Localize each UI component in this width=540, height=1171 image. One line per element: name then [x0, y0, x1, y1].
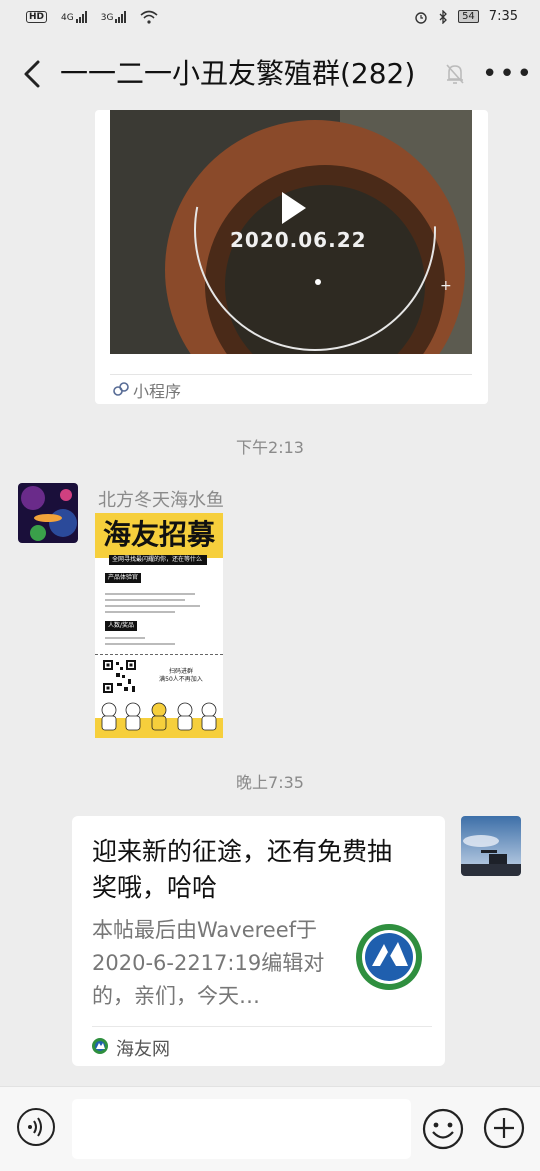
- video-date: 2020.06.22: [230, 228, 367, 252]
- bell-off-icon: [446, 64, 464, 84]
- play-icon[interactable]: [272, 188, 312, 228]
- wifi-icon: [140, 10, 158, 24]
- poster-title: 海友招募: [102, 518, 215, 551]
- bluetooth-icon: [439, 9, 447, 24]
- mini-program-card[interactable]: + 2020.06.22 小程序: [95, 110, 488, 404]
- link-description: 本帖最后由Wavereef于2020-6-2217:19编辑对的，亲们，今天…: [92, 918, 325, 1008]
- mini-program-label: 小程序: [133, 382, 182, 401]
- sender-name: 北方冬天海水鱼: [98, 490, 224, 511]
- status-bar: HD 4G 3G 54 7:35: [0, 0, 540, 38]
- my-avatar[interactable]: [461, 816, 521, 876]
- link-source: 海友网: [116, 1039, 170, 1060]
- video-thumbnail[interactable]: + 2020.06.22: [110, 110, 472, 354]
- nav-bar: 一一二一小丑友繁殖群(282) •••: [0, 38, 540, 110]
- sender-avatar[interactable]: [18, 483, 78, 543]
- haiyou-source-icon: [92, 1038, 108, 1054]
- message-input[interactable]: [72, 1099, 411, 1159]
- mini-program-icon: [113, 382, 129, 396]
- svg-text:+: +: [440, 278, 452, 294]
- divider: [92, 1026, 432, 1027]
- chat-title: 一一二一小丑友繁殖群(282): [60, 57, 416, 90]
- poster-tag-prize: 人数/奖品: [105, 621, 138, 631]
- signal-icon: [75, 11, 87, 23]
- timestamp: 下午2:13: [236, 438, 304, 457]
- poster-subtitle: 全网寻找最闪耀的你，还在等什么: [109, 555, 207, 565]
- poster-tag-experience: 产品体验官: [105, 573, 142, 583]
- more-icon[interactable]: •••: [482, 61, 534, 87]
- signal-icon: [115, 11, 127, 23]
- voice-icon[interactable]: [16, 1107, 56, 1147]
- timestamp: 晚上7:35: [236, 773, 304, 792]
- battery-icon: 54: [458, 10, 479, 23]
- signal-3g: 3G: [101, 11, 127, 23]
- link-title: 迎来新的征途，还有免费抽奖哦，哈哈: [92, 837, 393, 902]
- plus-icon[interactable]: [483, 1107, 525, 1149]
- alarm-icon: [415, 11, 427, 24]
- back-chevron-icon[interactable]: [18, 56, 48, 92]
- signal-4g: 4G: [61, 11, 87, 23]
- recruitment-poster-image[interactable]: 海友招募 全网寻找最闪耀的你，还在等什么 产品体验官 人数/奖品 扫码进群 满5…: [95, 513, 223, 738]
- emoji-icon[interactable]: [421, 1107, 465, 1151]
- poster-mascots: [95, 702, 223, 738]
- input-bar: [0, 1086, 540, 1171]
- qr-code: [102, 659, 137, 694]
- haiyou-logo-thumbnail: [356, 924, 422, 990]
- divider: [110, 374, 472, 375]
- shared-link-card[interactable]: 迎来新的征途，还有免费抽奖哦，哈哈 本帖最后由Wavereef于2020-6-2…: [72, 816, 445, 1066]
- hd-indicator: HD: [26, 11, 48, 23]
- poster-scan-text: 扫码进群 满50人不再加入: [159, 668, 203, 683]
- clock: 7:35: [488, 9, 518, 24]
